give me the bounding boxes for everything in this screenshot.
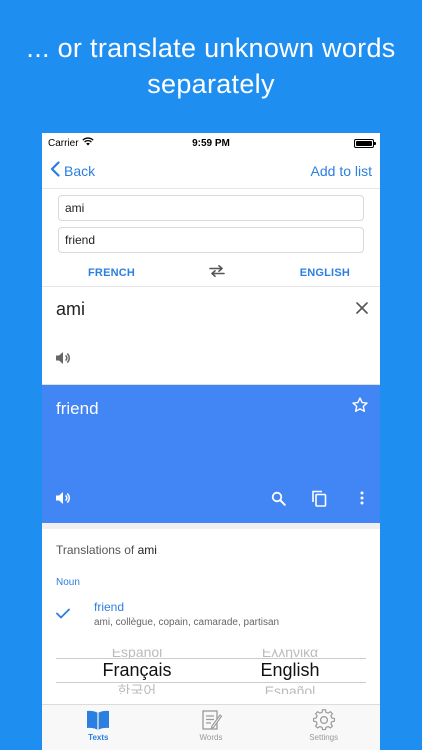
carrier-label: Carrier [48, 137, 79, 149]
word-fields: ami friend [42, 189, 380, 253]
add-to-list-button[interactable]: Add to list [311, 163, 372, 179]
speaker-icon [56, 352, 70, 364]
status-time: 9:59 PM [192, 137, 230, 149]
close-icon [356, 302, 368, 314]
status-bar: Carrier 9:59 PM [42, 133, 380, 153]
tab-label: Words [199, 733, 223, 742]
star-icon [352, 397, 368, 412]
headline: ... or translate unknown words separatel… [0, 30, 422, 102]
dictionary-heading-prefix: Translations of [56, 543, 135, 557]
tab-words[interactable]: Words [155, 705, 268, 750]
entry-word: friend [94, 600, 125, 614]
source-text-panel: ami [42, 287, 380, 385]
tab-label: Texts [88, 733, 109, 742]
picker-option[interactable]: Español [67, 649, 207, 658]
source-word-field[interactable]: ami [58, 195, 364, 221]
wifi-icon [81, 137, 94, 149]
back-button[interactable]: Back [50, 161, 95, 180]
back-label: Back [64, 162, 96, 179]
copy-icon [312, 490, 327, 507]
more-options-button[interactable] [360, 491, 364, 510]
language-selector: FRENCH ENGLISH [42, 259, 380, 287]
part-of-speech-label: Noun [56, 577, 80, 588]
copy-button[interactable] [312, 490, 327, 512]
picker-selected-option[interactable]: English [220, 658, 360, 682]
source-language-wheel[interactable]: Español Français 한국어 [67, 649, 207, 694]
language-picker[interactable]: Español Français 한국어 Ελληνικά English Es… [42, 649, 380, 711]
battery-icon [284, 138, 376, 148]
source-speak-button[interactable] [55, 351, 71, 370]
picker-selected-option[interactable]: Français [67, 658, 207, 682]
speaker-icon [56, 492, 70, 504]
tab-bar: Texts Words Settings [42, 704, 380, 750]
dictionary-heading: Translations of ami [42, 529, 380, 557]
notepad-icon [202, 710, 222, 730]
target-word-field[interactable]: friend [58, 227, 364, 253]
more-vertical-icon [360, 491, 364, 505]
dictionary-heading-word: ami [137, 543, 157, 557]
target-language-wheel[interactable]: Ελληνικά English Español [220, 649, 360, 694]
translation-entry[interactable]: friend ami, collègue, copain, camarade, … [42, 588, 380, 628]
source-text[interactable]: ami [56, 299, 85, 320]
tab-label: Settings [309, 733, 339, 742]
navigation-bar: Back Add to list [42, 153, 380, 189]
translation-speak-button[interactable] [55, 491, 71, 510]
entry-synonyms: ami, collègue, copain, camarade, partisa… [94, 617, 280, 628]
headline-line-2: separately [147, 69, 275, 99]
swap-arrows-icon [209, 264, 226, 277]
clear-text-button[interactable] [356, 301, 368, 319]
check-icon [56, 600, 94, 628]
chevron-left-icon [50, 161, 60, 180]
picker-option[interactable]: Español [220, 682, 360, 694]
tab-texts[interactable]: Texts [42, 705, 155, 750]
search-button[interactable] [271, 491, 286, 511]
picker-option[interactable]: 한국어 [67, 682, 207, 694]
book-icon [87, 710, 110, 730]
translation-text: friend [56, 399, 99, 418]
translation-output-panel: friend [42, 385, 380, 523]
source-language-button[interactable]: FRENCH [88, 267, 135, 279]
gear-icon [312, 709, 335, 731]
phone-screen: Carrier 9:59 PM Back Add to list ami fri… [42, 133, 380, 750]
picker-option[interactable]: Ελληνικά [220, 649, 360, 658]
search-icon [271, 491, 286, 506]
translation-actions [42, 489, 380, 511]
favorite-button[interactable] [352, 397, 368, 418]
headline-line-1: ... or translate unknown words [26, 33, 396, 63]
swap-languages-button[interactable] [209, 264, 226, 282]
tab-settings[interactable]: Settings [267, 705, 380, 750]
carrier-info: Carrier [48, 137, 138, 149]
target-language-button[interactable]: ENGLISH [300, 267, 350, 279]
